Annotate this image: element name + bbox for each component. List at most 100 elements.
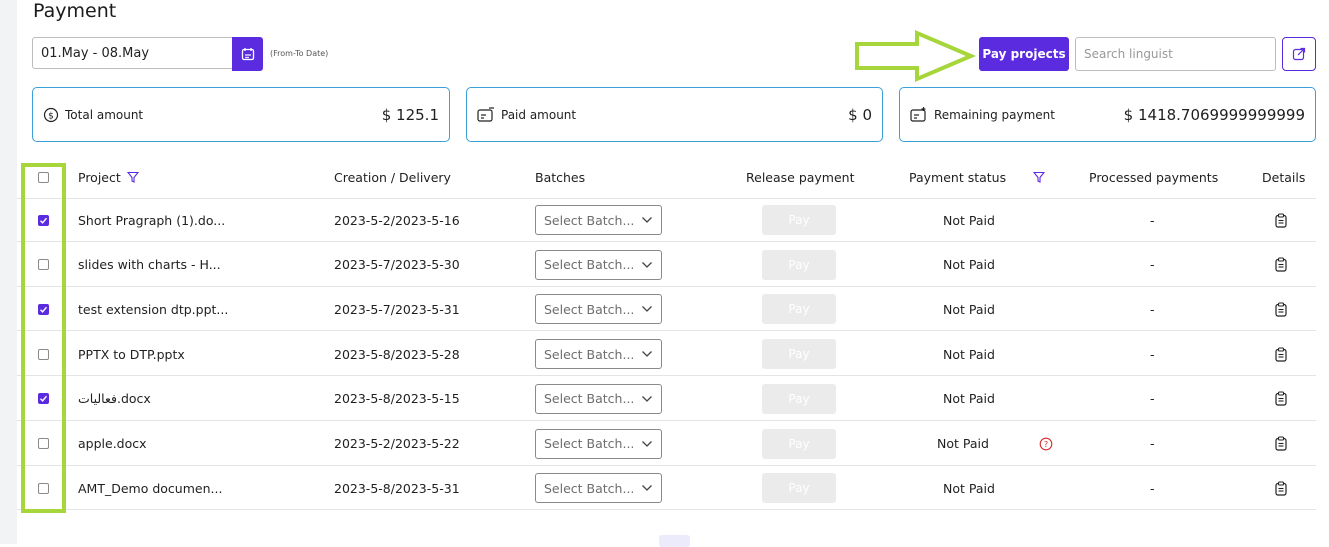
clipboard-icon[interactable] bbox=[1274, 391, 1288, 406]
project-name[interactable]: test extension dtp.ppt... bbox=[78, 287, 228, 331]
external-link-icon bbox=[1292, 47, 1306, 61]
paid-card-icon bbox=[477, 106, 494, 122]
payment-status: Not Paid bbox=[943, 257, 995, 273]
creation-delivery-dates: 2023-5-7/2023-5-30 bbox=[334, 257, 460, 273]
processed-payments: - bbox=[1150, 301, 1155, 317]
processed-payments: - bbox=[1150, 436, 1155, 451]
batch-select[interactable]: Select Batch... bbox=[535, 294, 662, 325]
payment-status: Not Paid bbox=[943, 480, 995, 496]
column-project: Project bbox=[78, 169, 121, 185]
chevron-down-icon bbox=[642, 217, 652, 223]
payment-status: Not Paid bbox=[943, 212, 995, 228]
batch-select-value: Select Batch... bbox=[544, 480, 635, 496]
batch-select[interactable]: Select Batch... bbox=[535, 428, 662, 459]
pay-button[interactable]: Pay bbox=[762, 249, 836, 280]
svg-text:$: $ bbox=[48, 111, 54, 121]
creation-delivery-dates: 2023-5-2/2023-5-22 bbox=[334, 436, 460, 451]
clipboard-icon[interactable] bbox=[1274, 347, 1288, 362]
dollar-circle-icon: $ bbox=[43, 107, 59, 122]
table-row: فعاليات.docx 2023-5-8/2023-5-15 Select Bat… bbox=[17, 377, 1316, 421]
processed-payments: - bbox=[1150, 212, 1155, 228]
chevron-down-icon bbox=[642, 306, 652, 313]
batch-select[interactable]: Select Batch... bbox=[535, 383, 662, 414]
batch-select-value: Select Batch... bbox=[544, 391, 635, 407]
remaining-payment-label: Remaining payment bbox=[934, 107, 1055, 122]
page-title: Payment bbox=[33, 0, 117, 22]
export-button[interactable] bbox=[1282, 37, 1316, 71]
project-name[interactable]: PPTX to DTP.pptx bbox=[78, 332, 185, 376]
column-batches: Batches bbox=[535, 169, 586, 185]
pay-projects-button[interactable]: Pay projects bbox=[979, 37, 1069, 71]
clipboard-icon[interactable] bbox=[1274, 436, 1288, 451]
batch-select-value: Select Batch... bbox=[544, 301, 635, 317]
payment-status: Not Paid bbox=[937, 436, 989, 451]
remaining-payment-card: Remaining payment $ 1418.7069999999999 bbox=[899, 87, 1316, 142]
payment-status: Not Paid bbox=[943, 346, 995, 362]
column-payment-status: Payment status bbox=[909, 169, 1007, 185]
annotation-highlight-box bbox=[21, 163, 66, 513]
pagination-item[interactable] bbox=[659, 535, 690, 547]
chevron-down-icon bbox=[642, 440, 652, 447]
batch-select-value: Select Batch... bbox=[544, 257, 635, 273]
processed-payments: - bbox=[1150, 391, 1155, 407]
date-range-input[interactable]: 01.May - 08.May bbox=[32, 37, 232, 69]
batch-select[interactable]: Select Batch... bbox=[535, 249, 662, 280]
calendar-icon bbox=[241, 48, 254, 61]
clipboard-icon[interactable] bbox=[1274, 481, 1288, 496]
pay-button[interactable]: Pay bbox=[762, 473, 836, 504]
creation-delivery-dates: 2023-5-8/2023-5-31 bbox=[334, 480, 460, 496]
chevron-down-icon bbox=[642, 485, 652, 492]
svg-text:?: ? bbox=[1044, 440, 1048, 449]
column-details: Details bbox=[1262, 169, 1306, 185]
project-name[interactable]: slides with charts - H... bbox=[78, 243, 221, 287]
pay-button[interactable]: Pay bbox=[762, 205, 836, 235]
project-name[interactable]: AMT_Demo documen... bbox=[78, 466, 222, 510]
creation-delivery-dates: 2023-5-8/2023-5-28 bbox=[334, 346, 460, 362]
clipboard-icon[interactable] bbox=[1274, 212, 1288, 228]
calendar-button[interactable] bbox=[232, 37, 263, 71]
chevron-down-icon bbox=[642, 261, 652, 268]
clipboard-icon[interactable] bbox=[1274, 302, 1288, 317]
table-header-row: Project Creation / Delivery Batches Rele… bbox=[17, 155, 1316, 199]
batch-select[interactable]: Select Batch... bbox=[535, 473, 662, 504]
pay-button[interactable]: Pay bbox=[762, 428, 836, 459]
left-strip bbox=[0, 0, 17, 544]
clipboard-icon[interactable] bbox=[1274, 257, 1288, 272]
project-name[interactable]: Short Pragraph (1).do... bbox=[78, 198, 225, 242]
pay-button[interactable]: Pay bbox=[762, 339, 836, 370]
batch-select[interactable]: Select Batch... bbox=[535, 339, 662, 370]
filter-icon[interactable] bbox=[126, 171, 139, 183]
batch-select-value: Select Batch... bbox=[544, 212, 635, 228]
table-row: Short Pragraph (1).do... 2023-5-2/2023-5-… bbox=[17, 198, 1316, 242]
project-name[interactable]: apple.docx bbox=[78, 422, 147, 466]
annotation-arrow-icon bbox=[855, 29, 977, 83]
pay-button[interactable]: Pay bbox=[762, 294, 836, 325]
table-row: test extension dtp.ppt... 2023-5-7/2023-5… bbox=[17, 287, 1316, 332]
table-row: apple.docx 2023-5-2/2023-5-22 Select Batch… bbox=[17, 422, 1316, 466]
column-creation-delivery: Creation / Delivery bbox=[334, 169, 451, 185]
column-release-payment: Release payment bbox=[746, 169, 855, 185]
processed-payments: - bbox=[1150, 346, 1155, 362]
paid-amount-value: $ 0 bbox=[848, 105, 872, 124]
total-amount-label: Total amount bbox=[65, 107, 144, 122]
remaining-payment-value: $ 1418.7069999999999 bbox=[1123, 105, 1305, 124]
search-linguist-input[interactable]: Search linguist bbox=[1075, 37, 1276, 71]
creation-delivery-dates: 2023-5-2/2023-5-16 bbox=[334, 212, 460, 228]
payment-status: Not Paid bbox=[943, 391, 995, 407]
table-row: AMT_Demo documen... 2023-5-8/2023-5-31 Sel… bbox=[17, 466, 1316, 511]
chevron-down-icon bbox=[642, 395, 652, 402]
paid-amount-card: Paid amount $ 0 bbox=[466, 87, 883, 142]
date-hint: (From-To Date) bbox=[270, 49, 329, 58]
total-amount-value: $ 125.1 bbox=[381, 105, 439, 124]
batch-select-value: Select Batch... bbox=[544, 346, 635, 362]
paid-amount-label: Paid amount bbox=[501, 107, 577, 122]
pay-button[interactable]: Pay bbox=[762, 383, 836, 414]
help-circle-icon[interactable]: ? bbox=[1039, 437, 1053, 451]
status-filter-icon[interactable] bbox=[1033, 171, 1045, 183]
batch-select[interactable]: Select Batch... bbox=[535, 205, 662, 235]
table-row: PPTX to DTP.pptx 2023-5-8/2023-5-28 Select… bbox=[17, 332, 1316, 377]
table-row: slides with charts - H... 2023-5-7/2023-5… bbox=[17, 243, 1316, 287]
processed-payments: - bbox=[1150, 480, 1155, 496]
column-processed-payments: Processed payments bbox=[1089, 169, 1219, 185]
project-name[interactable]: فعاليات.docx bbox=[78, 377, 151, 421]
